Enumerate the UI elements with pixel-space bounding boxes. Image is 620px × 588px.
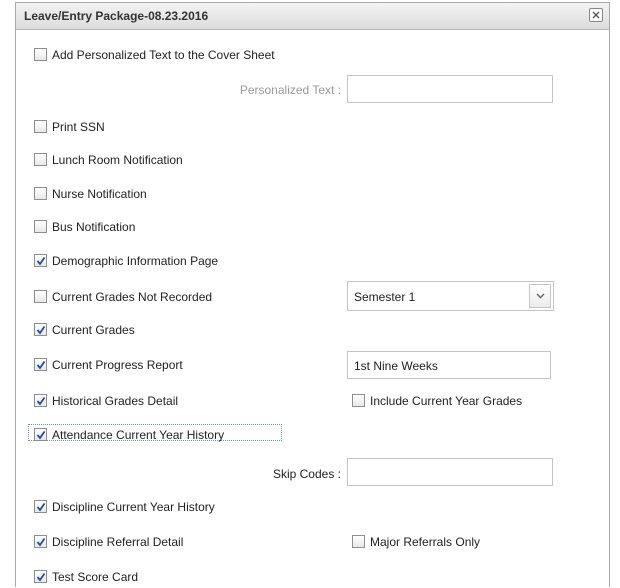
lunch-room-notification-checkbox[interactable] (34, 153, 47, 166)
dialog-title: Leave/Entry Package-08.23.2016 (24, 9, 209, 23)
include-current-year-grades-checkbox[interactable] (352, 394, 365, 407)
current-grades-checkbox[interactable] (34, 323, 47, 336)
lunch-room-notification-label: Lunch Room Notification (52, 153, 183, 167)
test-score-card-checkbox[interactable] (34, 570, 47, 583)
attendance-current-year-history-checkbox[interactable] (34, 428, 47, 441)
discipline-current-year-history-checkbox[interactable] (34, 500, 47, 513)
skip-codes-input[interactable] (347, 458, 553, 486)
discipline-referral-detail-label: Discipline Referral Detail (52, 535, 184, 549)
print-ssn-checkbox[interactable] (34, 120, 47, 133)
nurse-notification-checkbox[interactable] (34, 187, 47, 200)
current-grades-label: Current Grades (52, 323, 135, 337)
nurse-notification-label: Nurse Notification (52, 187, 147, 201)
test-score-card-label: Test Score Card (52, 570, 139, 584)
discipline-current-year-history-label: Discipline Current Year History (52, 500, 215, 514)
print-ssn-label: Print SSN (52, 120, 105, 134)
current-grades-not-recorded-checkbox[interactable] (34, 290, 47, 303)
add-personalized-text-label: Add Personalized Text to the Cover Sheet (52, 48, 275, 62)
historical-grades-detail-checkbox[interactable] (34, 394, 47, 407)
major-referrals-only-label: Major Referrals Only (370, 535, 481, 549)
demographic-information-page-label: Demographic Information Page (52, 254, 219, 268)
include-current-year-grades-label: Include Current Year Grades (370, 394, 523, 408)
attendance-current-year-history-label: Attendance Current Year History (52, 428, 225, 442)
current-progress-report-label: Current Progress Report (52, 358, 183, 372)
demographic-information-page-checkbox[interactable] (34, 254, 47, 267)
bus-notification-label: Bus Notification (52, 220, 136, 234)
semester-select-value: Semester 1 (354, 290, 416, 304)
semester-select[interactable]: Semester 1 (347, 281, 554, 311)
personalized-text-label: Personalized Text : (239, 83, 341, 97)
discipline-referral-detail-checkbox[interactable] (34, 535, 47, 548)
current-grades-not-recorded-label: Current Grades Not Recorded (52, 290, 213, 304)
close-button[interactable] (589, 8, 603, 22)
dialog-titlebar[interactable]: Leave/Entry Package-08.23.2016 (16, 3, 609, 30)
personalized-text-input[interactable] (347, 75, 553, 103)
historical-grades-detail-label: Historical Grades Detail (52, 394, 179, 408)
major-referrals-only-checkbox[interactable] (352, 535, 365, 548)
progress-period-input[interactable]: 1st Nine Weeks (347, 351, 551, 379)
skip-codes-label: Skip Codes : (272, 467, 341, 481)
leave-entry-package-dialog: Leave/Entry Package-08.23.2016 Add Perso… (15, 2, 610, 587)
semester-select-arrow[interactable] (529, 284, 551, 308)
bus-notification-checkbox[interactable] (34, 220, 47, 233)
current-progress-report-checkbox[interactable] (34, 358, 47, 371)
add-personalized-text-checkbox[interactable] (34, 48, 47, 61)
